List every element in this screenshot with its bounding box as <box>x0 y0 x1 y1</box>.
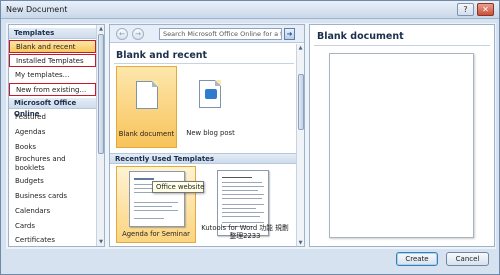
scroll-thumb[interactable] <box>98 34 104 154</box>
nav-blank-and-recent[interactable]: Blank and recent <box>9 40 96 53</box>
gallery-scrollbar[interactable]: ▲ ▼ <box>296 44 304 246</box>
nav-featured[interactable]: Featured <box>9 111 96 124</box>
search-go-icon[interactable]: ➜ <box>284 28 295 40</box>
nav-business-cards[interactable]: Business cards <box>9 190 96 203</box>
scroll-down-icon[interactable]: ▼ <box>97 238 104 246</box>
forward-arrow-icon[interactable]: → <box>132 28 144 40</box>
office-online-header: Microsoft Office Online <box>9 98 96 118</box>
gallery-scroll-up-icon[interactable]: ▲ <box>297 44 304 52</box>
title-bar: New Document ? ✕ <box>1 1 499 19</box>
preview-pane: Blank document <box>309 24 495 247</box>
gallery-scroll-thumb[interactable] <box>298 74 304 130</box>
nav-cards[interactable]: Cards <box>9 220 96 233</box>
gallery-heading: Blank and recent <box>116 50 208 61</box>
preview-divider <box>314 45 490 46</box>
close-button[interactable]: ✕ <box>477 3 494 16</box>
recent-templates-header: Recently Used Templates <box>110 153 296 164</box>
create-button[interactable]: Create <box>396 252 438 266</box>
tooltip: Office website <box>152 181 204 193</box>
new-blog-post-label: New blog post <box>186 129 235 137</box>
search-input[interactable]: Search Microsoft Office Online for a t <box>159 28 282 40</box>
templates-header: Templates <box>9 28 96 39</box>
scroll-up-icon[interactable]: ▲ <box>97 25 104 33</box>
kutools-template-label: Kutools for Word 功能 規劃整理2233 <box>201 224 289 240</box>
agenda-thumbnail <box>129 171 185 227</box>
blank-document-tile[interactable]: Blank document <box>116 66 177 148</box>
heading-divider <box>114 63 294 64</box>
new-blog-post-tile[interactable]: New blog post <box>180 66 241 148</box>
gallery-toolbar: ← → Search Microsoft Office Online for a… <box>110 25 304 43</box>
blank-document-label: Blank document <box>118 130 175 138</box>
new-document-dialog: New Document ? ✕ Templates Blank and rec… <box>0 0 500 275</box>
help-button[interactable]: ? <box>457 3 474 16</box>
preview-title: Blank document <box>317 31 404 42</box>
nav-new-from-existing[interactable]: New from existing... <box>9 83 96 96</box>
nav-books[interactable]: Books <box>9 141 96 154</box>
nav-brochures-and-booklets[interactable]: Brochures and booklets <box>9 154 96 173</box>
nav-certificates[interactable]: Certificates <box>9 234 96 246</box>
preview-page <box>329 53 474 238</box>
cancel-button[interactable]: Cancel <box>446 252 489 266</box>
back-arrow-icon[interactable]: ← <box>116 28 128 40</box>
nav-agendas[interactable]: Agendas <box>9 126 96 139</box>
window-title: New Document <box>6 5 68 14</box>
nav-installed-templates[interactable]: Installed Templates <box>9 54 96 67</box>
dialog-content: Templates Blank and recent Installed Tem… <box>6 23 496 249</box>
templates-scrollbar[interactable]: ▲ ▼ <box>96 25 104 246</box>
gallery-pane: ← → Search Microsoft Office Online for a… <box>109 24 305 247</box>
blog-post-icon <box>199 80 221 108</box>
kutools-template-tile[interactable]: Kutools for Word 功能 規劃整理2233 <box>200 166 290 246</box>
blank-document-icon <box>136 81 158 109</box>
agenda-for-seminar-label: Agenda for Seminar <box>122 230 190 238</box>
nav-calendars[interactable]: Calendars <box>9 205 96 218</box>
templates-pane: Templates Blank and recent Installed Tem… <box>8 24 105 247</box>
gallery-scroll-down-icon[interactable]: ▼ <box>297 239 304 246</box>
nav-my-templates[interactable]: My templates... <box>9 69 96 82</box>
nav-budgets[interactable]: Budgets <box>9 175 96 188</box>
blog-badge-icon <box>205 89 217 99</box>
agenda-for-seminar-tile[interactable]: Agenda for Seminar <box>116 166 196 243</box>
